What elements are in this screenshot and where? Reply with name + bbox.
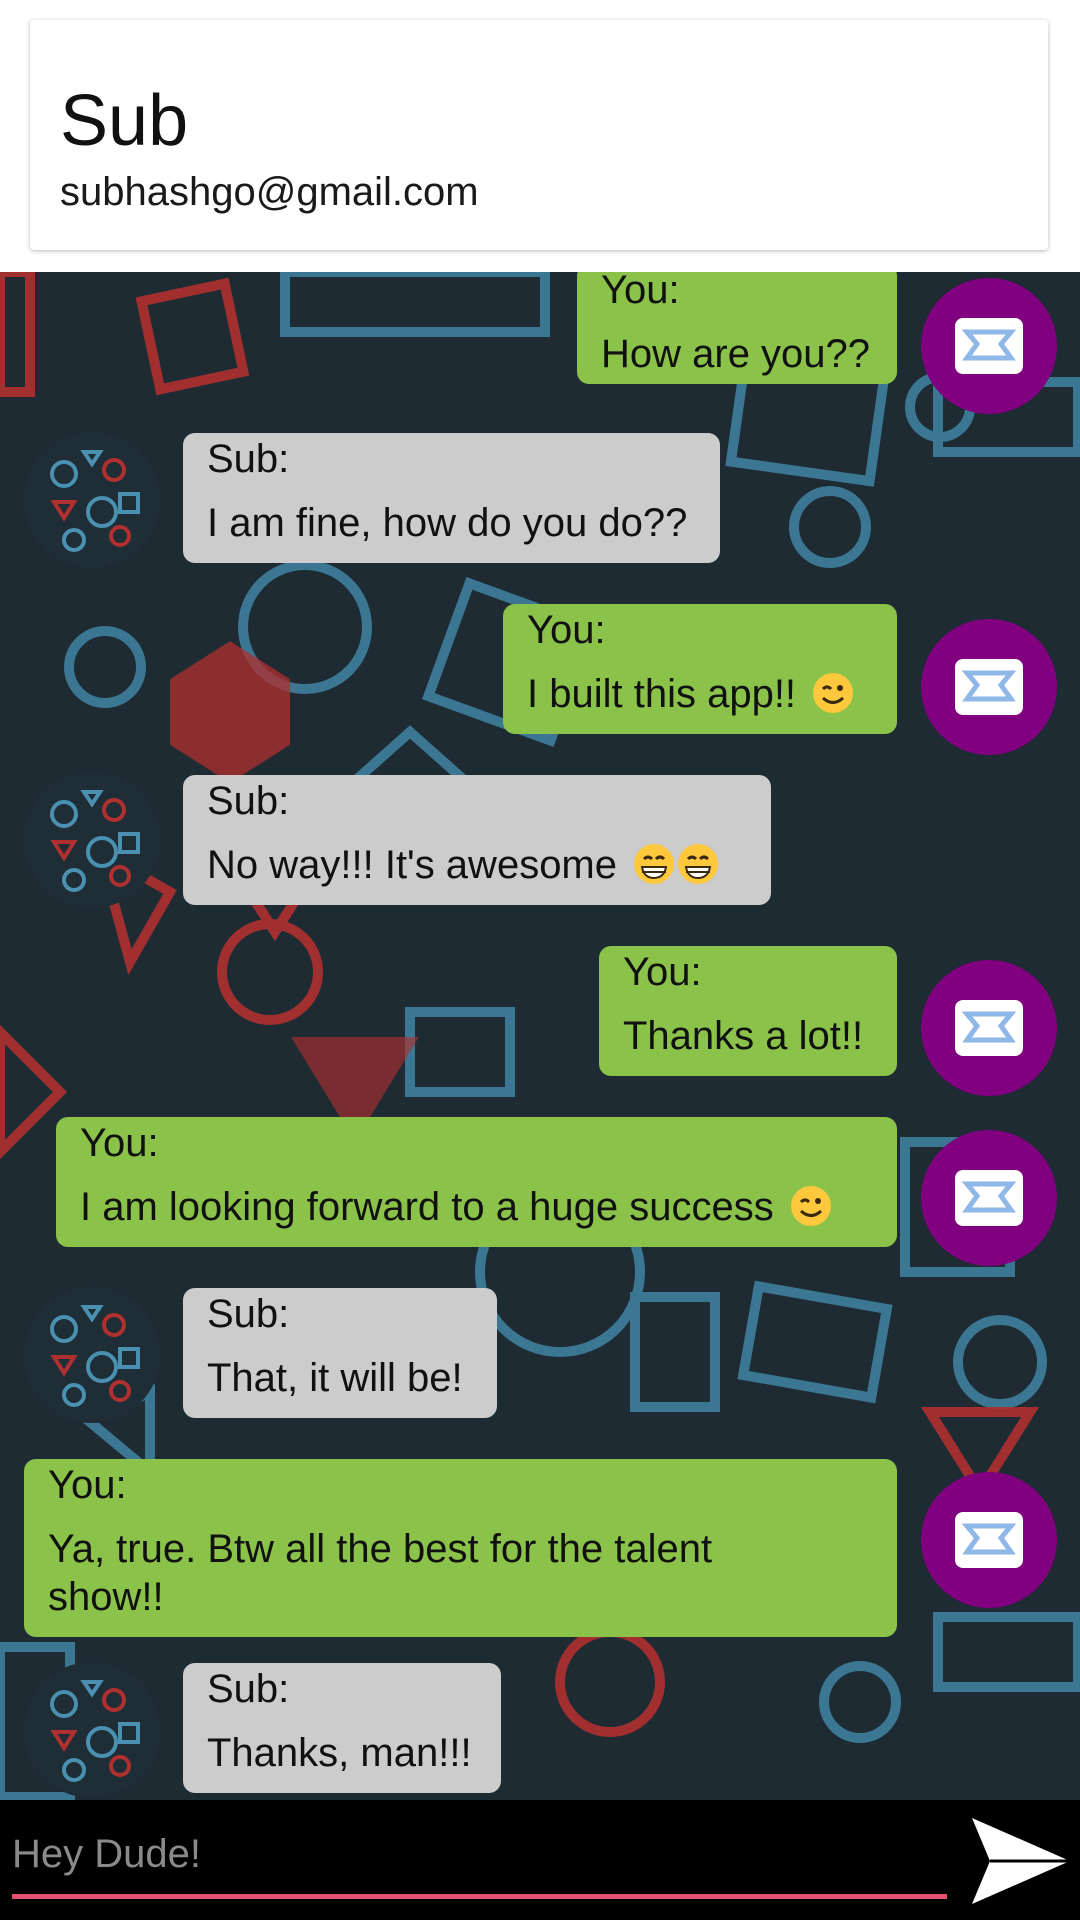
message-text-line: I am looking forward to a huge success bbox=[80, 1183, 873, 1231]
message-text: How are you?? bbox=[601, 332, 871, 376]
message-bubble-you[interactable]: You: How are you?? bbox=[577, 272, 897, 384]
message-bubble-you[interactable]: You: I built this app!! bbox=[503, 604, 897, 734]
message-bubble-sub[interactable]: Sub: That, it will be! bbox=[183, 1288, 497, 1418]
message-text: I am looking forward to a huge success bbox=[80, 1185, 774, 1229]
message-text-line: I built this app!! bbox=[527, 670, 873, 718]
message-sender: You: bbox=[623, 950, 702, 994]
send-arrow-icon[interactable] bbox=[968, 1814, 1074, 1908]
message-input[interactable] bbox=[12, 1814, 947, 1899]
message-text: Thanks, man!!! bbox=[207, 1731, 472, 1775]
contact-avatar[interactable] bbox=[24, 1287, 160, 1423]
contact-name: Sub bbox=[60, 81, 189, 161]
message-sender: You: bbox=[601, 272, 680, 312]
message-text: That, it will be! bbox=[207, 1356, 463, 1400]
message-text-line: No way!!! It's awesome bbox=[207, 841, 747, 889]
app-logo-icon bbox=[955, 1170, 1023, 1226]
message-sender: You: bbox=[48, 1463, 127, 1507]
contact-avatar-pattern-icon bbox=[24, 1662, 160, 1798]
contact-card[interactable]: Sub subhashgo@gmail.com bbox=[30, 20, 1048, 250]
message-text: I built this app!! bbox=[527, 672, 797, 716]
composer-bar bbox=[0, 1800, 1080, 1920]
contact-avatar[interactable] bbox=[24, 432, 160, 568]
user-avatar[interactable] bbox=[921, 278, 1057, 414]
app-logo-icon bbox=[955, 1000, 1023, 1056]
message-text: No way!!! It's awesome bbox=[207, 843, 617, 887]
message-sender: Sub: bbox=[207, 779, 290, 823]
contact-avatar-pattern-icon bbox=[24, 432, 160, 568]
user-avatar[interactable] bbox=[921, 1472, 1057, 1608]
message-bubble-you[interactable]: You: I am looking forward to a huge succ… bbox=[56, 1117, 897, 1247]
header-area: Sub subhashgo@gmail.com bbox=[0, 0, 1080, 272]
user-avatar[interactable] bbox=[921, 619, 1057, 755]
message-bubble-sub[interactable]: Sub: I am fine, how do you do?? bbox=[183, 433, 720, 563]
message-sender: You: bbox=[80, 1121, 159, 1165]
chat-area[interactable]: You: How are you?? Sub: I am fine, how d… bbox=[0, 272, 1080, 1800]
winking-face-icon bbox=[813, 673, 854, 713]
grinning-face-icon bbox=[678, 844, 719, 884]
message-text: Ya, true. Btw all the best for the talen… bbox=[48, 1527, 713, 1619]
message-sender: You: bbox=[527, 608, 606, 652]
contact-avatar-pattern-icon bbox=[24, 772, 160, 908]
app-logo-icon bbox=[955, 1512, 1023, 1568]
message-text: Thanks a lot!! bbox=[623, 1014, 864, 1058]
contact-avatar[interactable] bbox=[24, 772, 160, 908]
grinning-face-icon bbox=[634, 844, 675, 884]
message-bubble-you[interactable]: You: Thanks a lot!! bbox=[599, 946, 897, 1076]
message-bubble-sub[interactable]: Sub: No way!!! It's awesome bbox=[183, 775, 771, 905]
message-text: I am fine, how do you do?? bbox=[207, 501, 688, 545]
contact-avatar-pattern-icon bbox=[24, 1287, 160, 1423]
message-sender: Sub: bbox=[207, 1292, 290, 1336]
app-logo-icon bbox=[955, 318, 1023, 374]
message-bubble-you[interactable]: You: Ya, true. Btw all the best for the … bbox=[24, 1459, 897, 1637]
app-logo-icon bbox=[955, 659, 1023, 715]
message-bubble-sub[interactable]: Sub: Thanks, man!!! bbox=[183, 1663, 501, 1793]
winking-face-icon bbox=[790, 1186, 831, 1226]
user-avatar[interactable] bbox=[921, 1130, 1057, 1266]
message-sender: Sub: bbox=[207, 437, 290, 481]
message-sender: Sub: bbox=[207, 1667, 290, 1711]
contact-avatar[interactable] bbox=[24, 1662, 160, 1798]
user-avatar[interactable] bbox=[921, 960, 1057, 1096]
contact-email: subhashgo@gmail.com bbox=[60, 170, 479, 214]
